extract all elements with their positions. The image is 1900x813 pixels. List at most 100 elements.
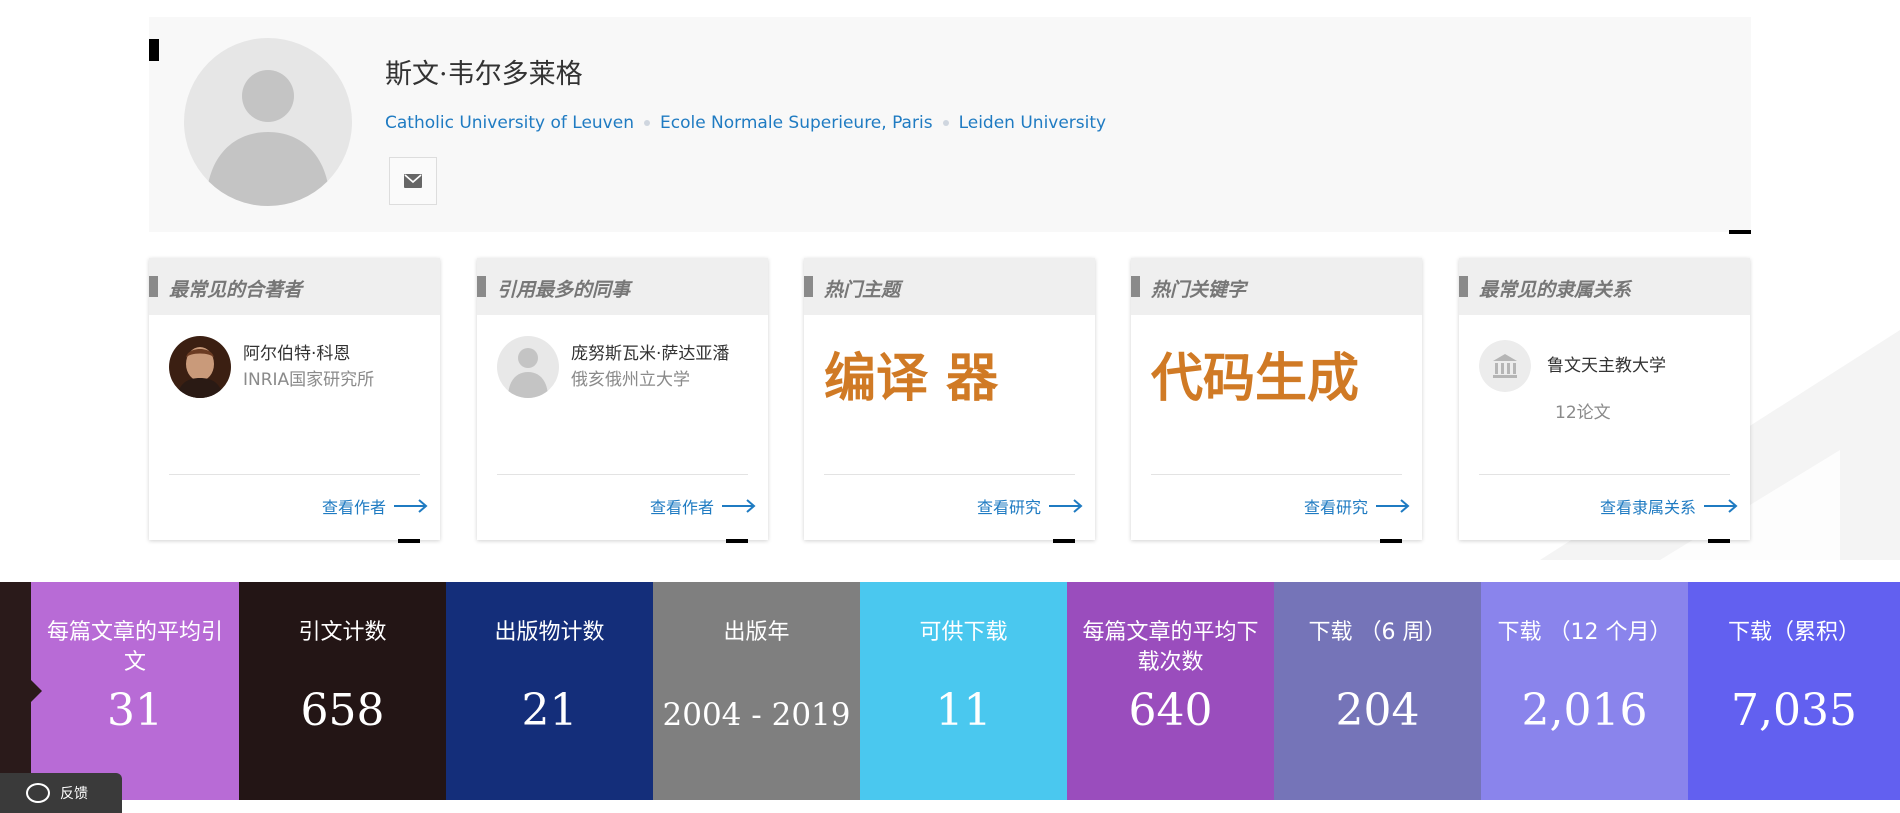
stat-value: 11 — [935, 685, 992, 736]
marker — [1729, 230, 1751, 234]
card-title: 最常见的隶属关系 — [1479, 279, 1632, 301]
stat-value: 658 — [300, 685, 385, 736]
stat-downloads-cumulative: 下载（累积） 7,035 — [1688, 582, 1900, 800]
card-title: 热门主题 — [824, 279, 901, 301]
side-tab[interactable] — [0, 582, 42, 800]
link-label: 查看作者 — [649, 498, 714, 517]
stat-value: 21 — [521, 685, 578, 736]
card-header: 引用最多的同事 — [477, 258, 768, 315]
coauthor-name[interactable]: 阿尔伯特·科恩 — [243, 341, 374, 367]
card-header: 最常见的合著者 — [149, 258, 440, 315]
stat-value: 2,016 — [1521, 685, 1648, 736]
view-research-link[interactable]: 查看研究 — [977, 494, 1083, 518]
affiliation-link[interactable]: Catholic University of Leuven — [385, 113, 634, 133]
link-label: 查看作者 — [321, 498, 386, 517]
divider — [1151, 474, 1402, 475]
stat-label: 引文计数 — [298, 620, 387, 645]
coauthor-avatar — [169, 336, 231, 398]
colleague-item[interactable]: 庞努斯瓦米·萨达亚潘 俄亥俄州立大学 — [497, 336, 729, 398]
stat-value: 31 — [107, 685, 163, 736]
link-label: 查看研究 — [976, 498, 1041, 517]
stat-label: 下载 （12 个月） — [1497, 620, 1672, 645]
author-name: 斯文·韦尔多莱格 — [385, 59, 583, 90]
link-label: 查看研究 — [1303, 498, 1368, 517]
separator-dot — [643, 120, 650, 126]
coauthor-item[interactable]: 阿尔伯特·科恩 INRIA国家研究所 — [169, 336, 374, 398]
view-authors-link[interactable]: 查看作者 — [650, 494, 756, 518]
institution-paper-count: 12论文 — [1555, 403, 1611, 423]
header-bar — [477, 276, 486, 297]
view-research-link[interactable]: 查看研究 — [1304, 494, 1410, 518]
feedback-button[interactable]: 反馈 — [0, 773, 122, 813]
affiliation-link[interactable]: Ecole Normale Superieure, Paris — [660, 113, 933, 133]
header-bar — [1459, 276, 1468, 297]
colleague-name[interactable]: 庞努斯瓦米·萨达亚潘 — [571, 341, 729, 367]
stat-value: 204 — [1335, 685, 1420, 736]
arrow-right-icon — [394, 499, 428, 513]
institution-icon — [1479, 340, 1531, 392]
institution-name[interactable]: 鲁文天主教大学 — [1547, 353, 1666, 379]
feedback-label: 反馈 — [60, 786, 88, 802]
view-affiliations-link[interactable]: 查看隶属关系 — [1600, 494, 1738, 518]
divider — [824, 474, 1075, 475]
marker — [398, 539, 420, 543]
separator-dot — [942, 120, 949, 126]
card-hot-keywords: 热门关键字 代码生成 查看研究 — [1131, 258, 1422, 543]
card-title: 最常见的合著者 — [169, 279, 303, 301]
stat-avg-downloads: 每篇文章的平均下载次数 640 — [1067, 582, 1274, 800]
stat-value: 640 — [1128, 685, 1213, 736]
stat-downloads-12-months: 下载 （12 个月） 2,016 — [1481, 582, 1688, 800]
stat-citation-count: 引文计数 658 — [239, 582, 446, 800]
keyword-label[interactable]: 代码生成 — [1151, 336, 1359, 411]
marker — [1380, 539, 1402, 543]
chat-bubble-icon — [26, 783, 50, 803]
arrow-right-icon — [1376, 499, 1410, 513]
affiliation-link[interactable]: Leiden University — [959, 113, 1107, 133]
coauthor-org: INRIA国家研究所 — [243, 370, 375, 390]
affiliations-list: Catholic University of Leuven Ecole Norm… — [385, 113, 1106, 133]
stat-label: 下载（累积） — [1727, 620, 1860, 645]
stat-downloads-6-weeks: 下载 （6 周） 204 — [1274, 582, 1481, 800]
card-cited-colleagues: 引用最多的同事 庞努斯瓦米·萨达亚潘 俄亥俄州立大学 查看作者 — [477, 258, 768, 543]
divider — [497, 474, 748, 475]
metrics-bar: 每篇文章的平均引文 31 引文计数 658 出版物计数 21 出版年 2004 … — [0, 582, 1900, 800]
stat-publication-count: 出版物计数 21 — [446, 582, 653, 800]
view-authors-link[interactable]: 查看作者 — [322, 494, 428, 518]
card-coauthors: 最常见的合著者 阿尔伯特·科恩 INRIA国家研究所 查看作者 — [149, 258, 440, 543]
stat-label: 每篇文章的平均下载次数 — [1082, 620, 1259, 675]
stat-avg-citations: 每篇文章的平均引文 31 — [31, 582, 239, 800]
stat-value: 2004 - 2019 — [662, 697, 851, 733]
user-placeholder-icon — [497, 336, 559, 398]
stat-label: 出版年 — [723, 620, 790, 645]
card-header: 热门主题 — [804, 258, 1095, 315]
arrow-right-icon — [1704, 499, 1738, 513]
stat-available-downloads: 可供下载 11 — [860, 582, 1067, 800]
card-hot-topics: 热门主题 编译 器 查看研究 — [804, 258, 1095, 543]
stat-label: 每篇文章的平均引文 — [46, 620, 223, 675]
arrow-right-icon — [722, 499, 756, 513]
card-header: 热门关键字 — [1131, 258, 1422, 315]
card-affiliations: 最常见的隶属关系 鲁文天主教大学 12论文 查看隶属关系 — [1459, 258, 1750, 543]
colleague-org: 俄亥俄州立大学 — [571, 370, 690, 390]
marker — [1053, 539, 1075, 543]
link-label: 查看隶属关系 — [1599, 498, 1696, 517]
marker — [726, 539, 748, 543]
card-title: 引用最多的同事 — [497, 279, 631, 301]
institution-item[interactable]: 鲁文天主教大学 — [1479, 340, 1666, 392]
stat-label: 下载 （6 周） — [1308, 620, 1447, 645]
tab-arrow — [31, 680, 42, 702]
card-title: 热门关键字 — [1151, 279, 1247, 301]
header-bar — [1131, 276, 1140, 297]
divider — [1479, 474, 1730, 475]
header-bar — [149, 276, 158, 297]
marker — [1708, 539, 1730, 543]
arrow-right-icon — [1049, 499, 1083, 513]
topic-label[interactable]: 编译 器 — [824, 336, 998, 411]
stat-label: 可供下载 — [919, 620, 1008, 645]
stat-publication-years: 出版年 2004 - 2019 — [653, 582, 860, 800]
stat-value: 7,035 — [1731, 685, 1857, 736]
header-bar — [804, 276, 813, 297]
card-header: 最常见的隶属关系 — [1459, 258, 1750, 315]
email-button[interactable] — [389, 157, 437, 205]
marker — [149, 39, 159, 61]
